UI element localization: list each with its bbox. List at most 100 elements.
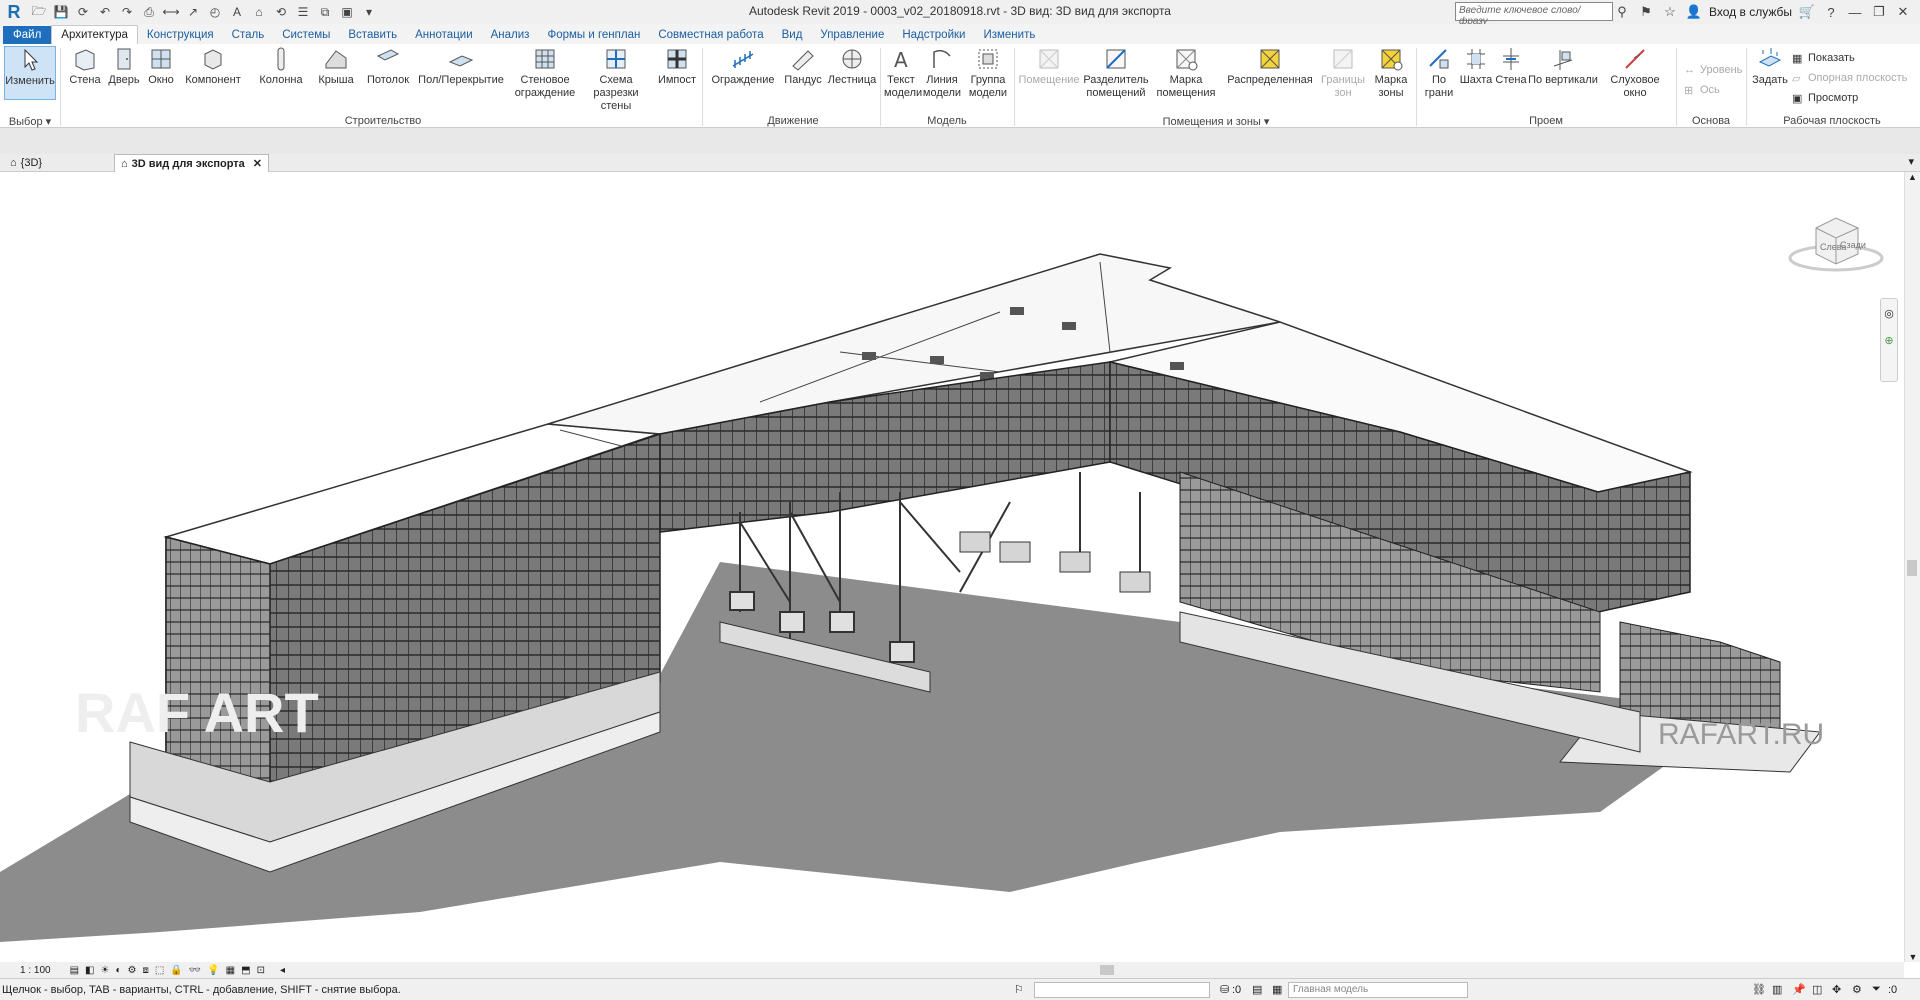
model-line-button[interactable]: Линия модели xyxy=(922,46,962,100)
save-icon[interactable]: 💾 xyxy=(51,3,71,21)
filter-funnel-icon[interactable]: ⏷ xyxy=(1872,983,1881,996)
customize-qat-icon[interactable]: ▾ xyxy=(359,3,379,21)
level-button[interactable]: ↔ Уровень xyxy=(1684,64,1742,76)
room-tag-button[interactable]: Марка помещения xyxy=(1154,46,1218,100)
tab-view[interactable]: Вид xyxy=(773,26,812,44)
stair-button[interactable]: Лестница xyxy=(826,46,878,87)
thin-lines-icon[interactable]: ☰ xyxy=(293,3,313,21)
scroll-thumb[interactable] xyxy=(1907,560,1917,576)
vertical-opening-button[interactable]: По вертикали xyxy=(1528,46,1598,87)
workset-field[interactable] xyxy=(1034,981,1210,998)
modify-button[interactable]: Изменить xyxy=(4,46,56,100)
tab-systems[interactable]: Системы xyxy=(273,26,339,44)
select-pinned-icon[interactable]: 📌 xyxy=(1792,983,1806,996)
cart-icon[interactable]: 🛒 xyxy=(1798,4,1816,20)
scale-value[interactable]: 1 : 100 xyxy=(20,965,51,976)
subscription-icon[interactable]: ⚑ xyxy=(1637,4,1655,20)
switch-windows-icon[interactable]: ▣ xyxy=(337,3,357,21)
drag-elements-icon[interactable]: ✥ xyxy=(1832,983,1841,996)
temp-properties-icon[interactable]: ▦ xyxy=(226,965,235,976)
analytical-icon[interactable]: ⊡ xyxy=(257,965,265,976)
reveal-hidden-icon[interactable]: 💡 xyxy=(207,965,219,976)
tab-annotate[interactable]: Аннотации xyxy=(406,26,481,44)
sun-path-icon[interactable]: ☀ xyxy=(101,965,110,976)
zoom-icon[interactable]: ⊕ xyxy=(1881,334,1897,347)
lock-view-icon[interactable]: 🔒 xyxy=(170,965,182,976)
opening-by-face-button[interactable]: По грани xyxy=(1420,46,1458,100)
tab-insert[interactable]: Вставить xyxy=(339,26,406,44)
close-tab-icon[interactable]: ✕ xyxy=(253,157,262,170)
visual-style-icon[interactable]: ◧ xyxy=(85,965,94,976)
shadows-icon[interactable]: ◐ xyxy=(115,965,121,976)
ramp-button[interactable]: Пандус xyxy=(780,46,826,87)
background-process-icon[interactable]: ⚙ xyxy=(1852,983,1862,996)
editable-only-icon[interactable]: ⛁ xyxy=(1220,983,1229,996)
wall-button[interactable]: Стена xyxy=(66,46,104,87)
select-links-icon[interactable]: ⛓ xyxy=(1752,983,1766,996)
temp-hide-icon[interactable]: 👓 xyxy=(189,965,201,976)
viewcube[interactable]: Слева Сзади xyxy=(1786,208,1886,278)
curtain-grid-button[interactable]: Схема разрезки стены xyxy=(580,46,652,113)
tab-file[interactable]: Файл xyxy=(3,26,52,44)
roof-button[interactable]: Крыша xyxy=(314,46,358,87)
revit-logo-icon[interactable]: R xyxy=(3,1,25,23)
tab-view-3d[interactable]: ⌂ {3D} xyxy=(4,154,48,172)
set-workplane-button[interactable]: Задать xyxy=(1750,46,1790,87)
section-icon[interactable]: ⟲ xyxy=(271,3,291,21)
tab-list-icon[interactable]: ▾ xyxy=(1908,155,1914,168)
render-icon[interactable]: ⚙ xyxy=(128,965,137,976)
area-tag-button[interactable]: Марка зоны xyxy=(1370,46,1412,100)
horizontal-scroll-thumb[interactable] xyxy=(1100,965,1114,975)
model-text-button[interactable]: A Текст модели xyxy=(884,46,922,100)
help-icon[interactable]: ? xyxy=(1822,5,1840,20)
column-button[interactable]: Колонна xyxy=(256,46,306,87)
favorites-star-icon[interactable]: ☆ xyxy=(1661,4,1679,20)
shaft-button[interactable]: Шахта xyxy=(1458,46,1494,87)
tab-view-export[interactable]: ⌂ 3D вид для экспорта ✕ xyxy=(114,154,269,172)
measure-icon[interactable]: ⟷ xyxy=(161,3,181,21)
tab-steel[interactable]: Сталь xyxy=(223,26,274,44)
select-underlay-icon[interactable]: ▥ xyxy=(1772,983,1782,996)
scroll-up-icon[interactable]: ▲ xyxy=(1905,172,1920,182)
floor-button[interactable]: Пол/Перекрытие xyxy=(418,46,504,87)
window-button[interactable]: Окно xyxy=(144,46,178,87)
crop-view-icon[interactable]: ⧈ xyxy=(142,965,148,976)
area-button[interactable]: Распределенная xyxy=(1224,46,1316,87)
detail-level-icon[interactable]: ▤ xyxy=(70,965,79,976)
dimension-icon[interactable]: ↗ xyxy=(183,3,203,21)
tab-modify[interactable]: Изменить xyxy=(974,26,1044,44)
scroll-down-icon[interactable]: ▼ xyxy=(1905,952,1920,962)
door-button[interactable]: Дверь xyxy=(106,46,142,87)
room-area-panel-label[interactable]: Помещения и зоны ▾ xyxy=(1018,115,1414,128)
restore-icon[interactable]: ❐ xyxy=(1870,4,1888,20)
railing-button[interactable]: Ограждение xyxy=(708,46,778,87)
ref-plane-button[interactable]: ▱ Опорная плоскость xyxy=(1792,72,1907,85)
model-group-button[interactable]: Группа модели xyxy=(966,46,1010,100)
tab-addins[interactable]: Надстройки xyxy=(893,26,974,44)
tab-collaborate[interactable]: Совместная работа xyxy=(649,26,772,44)
grid-button[interactable]: ⊞ Ось xyxy=(1684,84,1720,97)
curtain-system-button[interactable]: Стеновое ограждение xyxy=(510,46,580,100)
close-hidden-icon[interactable]: ⧉ xyxy=(315,3,335,21)
design-option-field[interactable]: Главная модель xyxy=(1288,981,1468,998)
viewer-button[interactable]: ▣ Просмотр xyxy=(1792,92,1858,105)
ceiling-button[interactable]: Потолок xyxy=(364,46,412,87)
open-icon[interactable]: 🗁 xyxy=(29,3,49,21)
tab-massing[interactable]: Формы и генплан xyxy=(538,26,649,44)
select-by-face-icon[interactable]: ◫ xyxy=(1812,983,1822,996)
vertical-scrollbar[interactable]: ▲ ▼ xyxy=(1904,172,1920,962)
design-option-icon[interactable]: ▦ xyxy=(1272,983,1282,996)
pick-icon[interactable]: ⚐ xyxy=(1014,983,1024,996)
text-icon[interactable]: A xyxy=(227,3,247,21)
close-icon[interactable]: ✕ xyxy=(1894,4,1912,20)
tag-icon[interactable]: ◴ xyxy=(205,3,225,21)
search-input[interactable]: Введите ключевое слово/фразу xyxy=(1455,2,1613,27)
binoculars-icon[interactable]: ⚲ xyxy=(1613,4,1631,20)
tab-manage[interactable]: Управление xyxy=(811,26,893,44)
minimize-icon[interactable]: — xyxy=(1846,5,1864,20)
redo-icon[interactable]: ↷ xyxy=(117,3,137,21)
filter-icon[interactable]: ▤ xyxy=(1252,983,1262,996)
component-button[interactable]: Компонент xyxy=(182,46,244,87)
room-button[interactable]: Помещение xyxy=(1018,46,1080,87)
tab-structure[interactable]: Конструкция xyxy=(138,26,223,44)
